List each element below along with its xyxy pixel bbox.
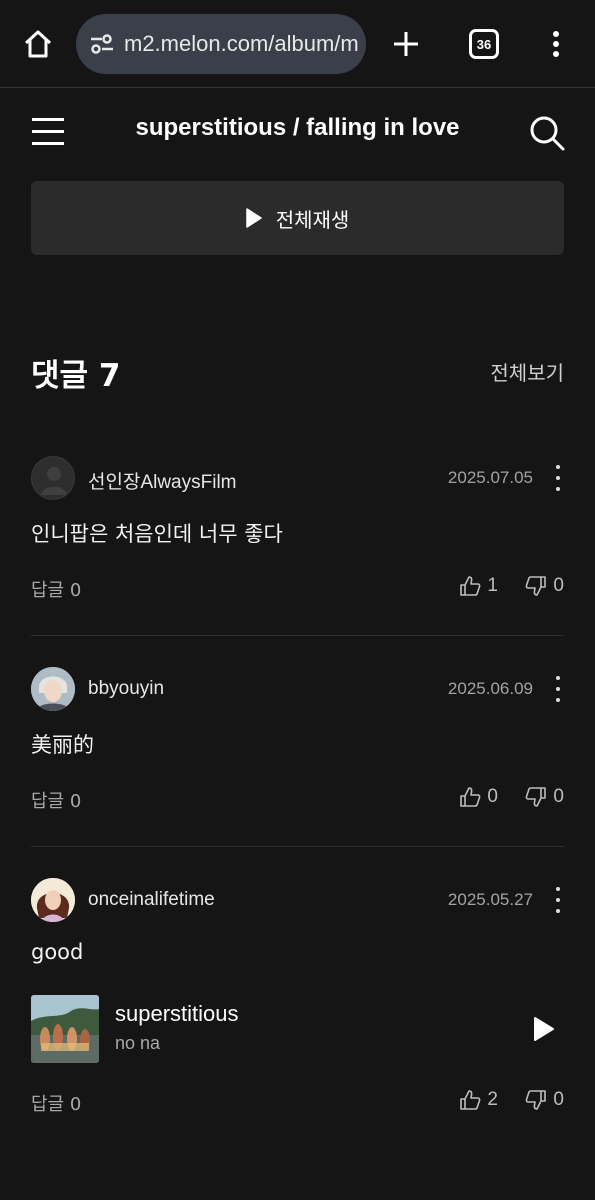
avatar[interactable] [31, 667, 75, 711]
thumbs-down-icon [526, 1090, 547, 1110]
like-count: 1 [487, 575, 498, 596]
comment-more-icon[interactable] [552, 887, 564, 913]
menu-icon[interactable] [32, 118, 66, 146]
thumbs-up-icon [460, 576, 481, 596]
thumbs-down-icon [526, 576, 547, 596]
song-artist: no na [115, 1033, 161, 1053]
like-count: 2 [487, 1089, 498, 1110]
like-button[interactable]: 0 [459, 786, 498, 808]
comment-divider [31, 846, 564, 847]
comment-username[interactable]: onceinalifetime [88, 889, 215, 911]
comment-username[interactable]: bbyouyin [88, 678, 164, 700]
dislike-button[interactable]: 0 [525, 786, 564, 808]
dislike-count: 0 [553, 786, 564, 807]
home-icon[interactable] [18, 24, 58, 64]
address-bar[interactable]: m2.melon.com/album/m [76, 14, 366, 74]
thumbs-up-icon [460, 1090, 481, 1110]
dislike-count: 0 [553, 1089, 564, 1110]
comment-divider [31, 635, 564, 636]
comment-item: 선인장AlwaysFilm 2025.07.05 인니팝은 처음인데 너무 좋다… [31, 456, 564, 606]
play-icon [245, 208, 262, 228]
tab-switcher-icon[interactable]: 36 [469, 29, 499, 59]
like-button[interactable]: 2 [459, 1089, 498, 1111]
comment-date: 2025.07.05 [447, 468, 533, 487]
song-thumbnail [31, 995, 99, 1063]
play-all-button[interactable]: 전체재생 [31, 181, 564, 255]
page-title: superstitious / falling in love [135, 114, 460, 141]
attached-song-card[interactable]: superstitious no na [31, 995, 564, 1065]
comment-item: onceinalifetime 2025.05.27 good supersti… [31, 878, 564, 1118]
like-button[interactable]: 1 [459, 575, 498, 597]
comment-text: 인니팝은 처음인데 너무 좋다 [31, 522, 283, 546]
avatar[interactable] [31, 878, 75, 922]
browser-toolbar: m2.melon.com/album/m 36 [0, 0, 595, 88]
comment-more-icon[interactable] [552, 676, 564, 702]
comment-text: good [31, 940, 84, 964]
url-text: m2.melon.com/album/m [124, 31, 359, 56]
thumbs-down-icon [526, 787, 547, 807]
dislike-button[interactable]: 0 [525, 1089, 564, 1111]
search-icon[interactable] [528, 114, 566, 152]
site-settings-icon[interactable] [88, 30, 116, 58]
comments-title: 댓글 7 [31, 358, 121, 394]
comment-date: 2025.05.27 [447, 890, 533, 909]
comment-date: 2025.06.09 [447, 679, 533, 698]
more-vert-icon[interactable] [544, 24, 568, 64]
play-icon[interactable] [532, 1015, 556, 1043]
comment-item: bbyouyin 2025.06.09 美丽的 답글 0 0 0 [31, 667, 564, 817]
play-all-label: 전체재생 [275, 207, 350, 232]
comment-more-icon[interactable] [552, 465, 564, 491]
view-all-link[interactable]: 전체보기 [490, 357, 564, 386]
avatar[interactable] [31, 456, 75, 500]
comment-text: 美丽的 [31, 733, 94, 757]
comment-username[interactable]: 선인장AlwaysFilm [88, 467, 237, 494]
thumbs-up-icon [460, 787, 481, 807]
reply-button[interactable]: 답글 0 [31, 1090, 81, 1116]
reply-button[interactable]: 답글 0 [31, 576, 81, 602]
new-tab-icon[interactable] [386, 24, 426, 64]
like-count: 0 [487, 786, 498, 807]
song-title: superstitious [115, 1001, 239, 1026]
dislike-count: 0 [553, 575, 564, 596]
reply-button[interactable]: 답글 0 [31, 787, 81, 813]
dislike-button[interactable]: 0 [525, 575, 564, 597]
